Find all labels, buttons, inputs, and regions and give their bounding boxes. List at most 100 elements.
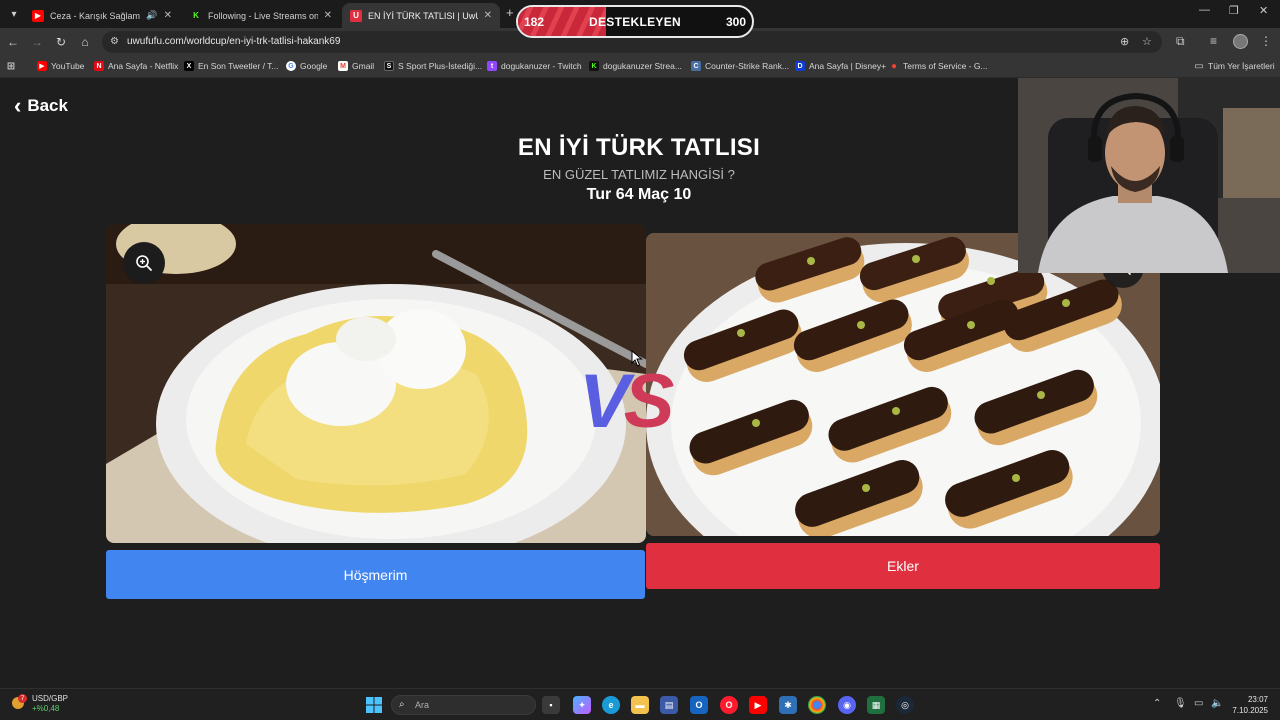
choose-right-button[interactable]: Ekler: [646, 543, 1160, 589]
task-view-icon[interactable]: ▪: [542, 696, 560, 714]
close-window-icon[interactable]: ✕: [1259, 4, 1268, 17]
bookmark-label: YouTube: [51, 61, 85, 71]
network-app-icon[interactable]: ✱: [779, 696, 797, 714]
uwufufu-icon: U: [350, 9, 362, 22]
bookmark-label: Google: [300, 61, 328, 71]
bookmark-disney[interactable]: D Ana Sayfa | Disney+: [795, 61, 886, 71]
edge-icon[interactable]: e: [602, 696, 620, 714]
market-widget[interactable]: 7 USD/GBP +%0,48: [10, 694, 68, 714]
vs-badge: VS: [579, 358, 675, 445]
network-icon[interactable]: ▭: [1194, 698, 1203, 709]
bookmark-cs[interactable]: C Counter-Strike Rank...: [691, 61, 789, 71]
youtube-app-icon[interactable]: ▶: [749, 696, 767, 714]
volume-icon[interactable]: 🔈: [1211, 698, 1223, 709]
back-button[interactable]: ‹ Back: [14, 93, 68, 118]
choose-left-button[interactable]: Höşmerim: [106, 550, 645, 599]
close-tab-icon[interactable]: ✕: [164, 10, 172, 21]
bookmark-kick[interactable]: Kdogukanuzer Strea...: [589, 61, 682, 71]
reload-icon[interactable]: ↻: [53, 34, 69, 50]
apps-grid-icon[interactable]: ⊞: [6, 61, 20, 72]
tab-uwufufu-active[interactable]: U EN İYİ TÜRK TATLISI | UwUFUFU ✕: [342, 3, 500, 28]
bookmark-terms[interactable]: ● Terms of Service - G...: [889, 60, 988, 72]
chevron-left-icon: ‹: [14, 93, 22, 118]
bookmark-x[interactable]: X En Son Tweetler / T...: [184, 61, 278, 71]
mouse-cursor-icon: [631, 350, 643, 367]
bookmark-google[interactable]: G Google: [286, 61, 327, 71]
currency-pair: USD/GBP: [32, 694, 69, 703]
opera-icon[interactable]: O: [720, 696, 738, 714]
restore-icon[interactable]: ❐: [1229, 4, 1239, 17]
copilot-icon[interactable]: ✦: [573, 696, 591, 714]
tab-title: EN İYİ TÜRK TATLISI | UwUFUFU: [368, 10, 478, 21]
taskbar-search[interactable]: ⌕ Ara: [391, 695, 536, 715]
home-icon[interactable]: ⌂: [77, 34, 93, 50]
zoom-in-left-button[interactable]: [123, 242, 165, 284]
kick-icon: K: [190, 9, 202, 22]
search-placeholder: Ara: [415, 700, 430, 710]
bookmark-twitch[interactable]: t dogukanuzer - Twitch: [487, 61, 582, 71]
chevron-up-icon[interactable]: ⌃: [1153, 698, 1161, 709]
chrome-icon[interactable]: [808, 696, 826, 714]
cs-icon: C: [691, 61, 701, 71]
tab-search-chevron-icon[interactable]: ▾: [4, 4, 24, 24]
speaker-icon[interactable]: 🔊: [146, 10, 157, 21]
search-icon: ⌕: [399, 699, 405, 710]
tab-youtube-ceza[interactable]: ▶ Ceza - Karışık Sağlam Albüm 🔊 ✕: [24, 3, 180, 28]
close-tab-icon[interactable]: ✕: [484, 10, 492, 21]
market-widget-icon: 7: [10, 694, 27, 710]
bookmarks-bar: ⊞ ▶ YouTube N Ana Sayfa - Netflix X En Son …: [0, 56, 1280, 78]
minimize-icon[interactable]: —: [1199, 4, 1210, 16]
zoom-icon[interactable]: ⊕: [1120, 35, 1129, 48]
supporter-label: DESTEKLEYEN: [589, 15, 681, 29]
bookmark-netflix[interactable]: N Ana Sayfa - Netflix: [94, 61, 178, 71]
bookmark-label: Tüm Yer İşaretleri: [1208, 61, 1275, 71]
menu-kebab-icon[interactable]: ⋮: [1260, 34, 1272, 48]
bookmark-label: Ana Sayfa - Netflix: [108, 61, 179, 71]
media-icon[interactable]: ≡: [1210, 34, 1217, 48]
youtube-icon: ▶: [32, 9, 44, 22]
google-icon: G: [286, 61, 296, 71]
vs-letter-s: S: [623, 359, 675, 444]
left-choice-image[interactable]: [106, 224, 646, 543]
site-info-icon[interactable]: ⚙: [110, 36, 119, 47]
store-icon[interactable]: ▤: [660, 696, 678, 714]
all-bookmarks-folder[interactable]: ▭ Tüm Yer İşaretleri: [1194, 61, 1275, 72]
map-pin-icon: ●: [890, 60, 898, 72]
back-label: Back: [27, 96, 68, 115]
supporter-goal: 300: [725, 15, 746, 29]
windows-taskbar: 7 USD/GBP +%0,48 ⌕ Ara ▪ ✦ e ▬ ▤ O O ▶ ✱…: [0, 688, 1280, 720]
bookmark-label: dogukanuzer Strea...: [603, 61, 682, 71]
new-tab-button[interactable]: +: [506, 5, 514, 20]
system-clock[interactable]: 23:07 7.10.2025: [1230, 694, 1268, 716]
back-arrow-icon[interactable]: ←: [5, 34, 21, 50]
disney-icon: D: [795, 61, 805, 71]
bookmark-gmail[interactable]: M Gmail: [338, 61, 374, 71]
right-choice-image[interactable]: [646, 233, 1160, 536]
bookmark-label: Terms of Service - G...: [903, 61, 988, 71]
gmail-icon: M: [338, 61, 348, 71]
app-icon-green[interactable]: ▦: [867, 696, 885, 714]
clock-date: 7.10.2025: [1232, 706, 1268, 715]
bookmark-youtube[interactable]: ▶ YouTube: [37, 61, 84, 71]
discord-icon[interactable]: ◉: [838, 696, 856, 714]
twitch-icon: t: [487, 61, 497, 71]
outlook-icon[interactable]: O: [690, 696, 708, 714]
bookmark-ssport[interactable]: S S Sport Plus-İstediği...: [384, 61, 482, 71]
netflix-icon: N: [94, 61, 104, 71]
streamer-webcam-image: [1018, 78, 1280, 273]
windows-start-icon[interactable]: [365, 696, 383, 714]
profile-avatar[interactable]: [1233, 34, 1248, 49]
streamer-webcam: [1018, 78, 1280, 273]
extensions-icon[interactable]: ⧉: [1176, 34, 1185, 49]
bookmark-star-icon[interactable]: ☆: [1142, 35, 1152, 48]
bookmark-label: En Son Tweetler / T...: [198, 61, 279, 71]
microphone-icon[interactable]: 🎙: [1174, 698, 1187, 709]
forward-arrow-icon[interactable]: →: [29, 34, 45, 50]
steam-icon[interactable]: ◎: [896, 696, 914, 714]
close-tab-icon[interactable]: ✕: [324, 10, 332, 21]
file-explorer-icon[interactable]: ▬: [631, 696, 649, 714]
bookmark-label: Gmail: [352, 61, 375, 71]
url-text[interactable]: uwufufu.com/worldcup/en-iyi-trk-tatlisi-…: [127, 36, 340, 47]
tab-kick-following[interactable]: K Following - Live Streams on Kick ✕: [182, 3, 340, 28]
x-icon: X: [184, 61, 194, 71]
